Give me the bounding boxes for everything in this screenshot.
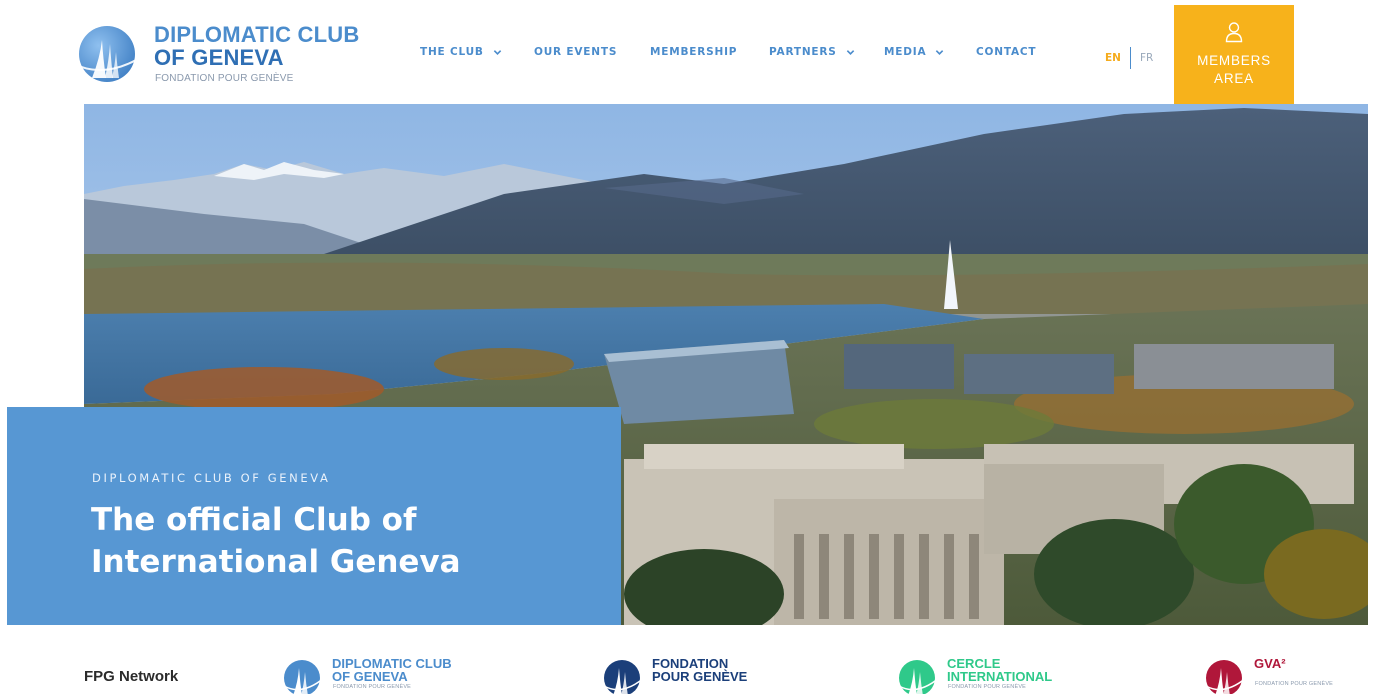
- hero-text-panel: DIPLOMATIC CLUB OF GENEVA The official C…: [7, 407, 621, 625]
- chevron-down-icon: [846, 49, 854, 55]
- network-logo-diplomatic-club[interactable]: DIPLOMATIC CLUB OF GENEVA FONDATION POUR…: [280, 656, 470, 694]
- members-area-label-2: AREA: [1214, 71, 1254, 86]
- network-logo-small: FONDATION POUR GENÈVE: [1255, 681, 1334, 687]
- network-logo-line-1: GVA²: [1254, 656, 1286, 671]
- nav-item-label: OUR EVENTS: [534, 46, 618, 58]
- diplomatic-club-globe-icon: [283, 660, 325, 694]
- site-logo[interactable]: DIPLOMATIC CLUB OF GENEVA FONDATION POUR…: [72, 22, 372, 88]
- chevron-down-icon: [936, 49, 944, 55]
- logo-tagline: FONDATION POUR GENÈVE: [155, 73, 294, 84]
- hero-title-line-1: The official Club of: [91, 502, 417, 538]
- members-area-label-1: MEMBERS: [1197, 53, 1271, 68]
- language-divider: [1129, 47, 1131, 69]
- cercle-globe-icon: [898, 660, 940, 694]
- nav-item-contact[interactable]: CONTACT: [976, 46, 1036, 58]
- network-logo-text: FONDATION POUR GENÈVE: [652, 657, 747, 683]
- logo-globe-icon: [73, 26, 147, 82]
- nav-item-media[interactable]: MEDIA: [884, 46, 944, 58]
- network-logo-small: FONDATION POUR GENÈVE: [333, 684, 412, 690]
- nav-item-label: MEDIA: [884, 46, 927, 58]
- logo-line-2: OF GENEVA: [154, 45, 284, 70]
- fondation-globe-icon: [603, 660, 645, 694]
- gva2-globe-icon: [1205, 660, 1247, 694]
- network-logo-line-2: POUR GENÈVE: [652, 669, 748, 684]
- network-logo-fondation-pour-geneve[interactable]: FONDATION POUR GENÈVE: [600, 656, 770, 694]
- network-logo-cercle-international[interactable]: CERCLE INTERNATIONAL FONDATION POUR GENÈ…: [895, 656, 1075, 694]
- nav-item-our-events[interactable]: OUR EVENTS: [534, 46, 617, 58]
- nav-item-label: CONTACT: [976, 46, 1037, 58]
- nav-item-partners[interactable]: PARTNERS: [769, 46, 855, 58]
- nav-item-label: THE CLUB: [420, 46, 484, 58]
- nav-item-the-club[interactable]: THE CLUB: [420, 46, 502, 58]
- network-logo-line-2: OF GENEVA: [332, 669, 408, 684]
- network-logo-gva2[interactable]: GVA² FONDATION POUR GENÈVE: [1202, 656, 1362, 694]
- hero-title-line-2: International Geneva: [91, 544, 461, 580]
- network-logo-text: DIPLOMATIC CLUB OF GENEVA: [332, 657, 452, 683]
- network-logo-line-2: INTERNATIONAL: [947, 669, 1053, 684]
- network-logo-text: GVA²: [1254, 657, 1286, 670]
- fpg-network-row: FPG Network DIPLOMATIC CLUB OF GENEVA FO…: [0, 640, 1375, 694]
- chevron-down-icon: [493, 49, 501, 55]
- hero-title: The official Club of International Genev…: [91, 499, 591, 583]
- language-fr[interactable]: FR: [1140, 52, 1153, 64]
- language-switcher: EN FR: [1105, 47, 1153, 69]
- user-icon: [1225, 22, 1243, 43]
- nav-item-label: MEMBERSHIP: [650, 46, 738, 58]
- language-en[interactable]: EN: [1105, 52, 1121, 64]
- members-area-button[interactable]: MEMBERS AREA: [1174, 5, 1294, 104]
- nav-item-label: PARTNERS: [769, 46, 837, 58]
- network-logo-text: CERCLE INTERNATIONAL: [947, 657, 1052, 683]
- network-logo-small: FONDATION POUR GENÈVE: [948, 684, 1027, 690]
- logo-line-1: DIPLOMATIC CLUB: [154, 22, 360, 47]
- hero-eyebrow: DIPLOMATIC CLUB OF GENEVA: [92, 471, 331, 485]
- fpg-network-label: FPG Network: [84, 668, 179, 685]
- nav-item-membership[interactable]: MEMBERSHIP: [650, 46, 737, 58]
- site-header: DIPLOMATIC CLUB OF GENEVA FONDATION POUR…: [0, 0, 1375, 104]
